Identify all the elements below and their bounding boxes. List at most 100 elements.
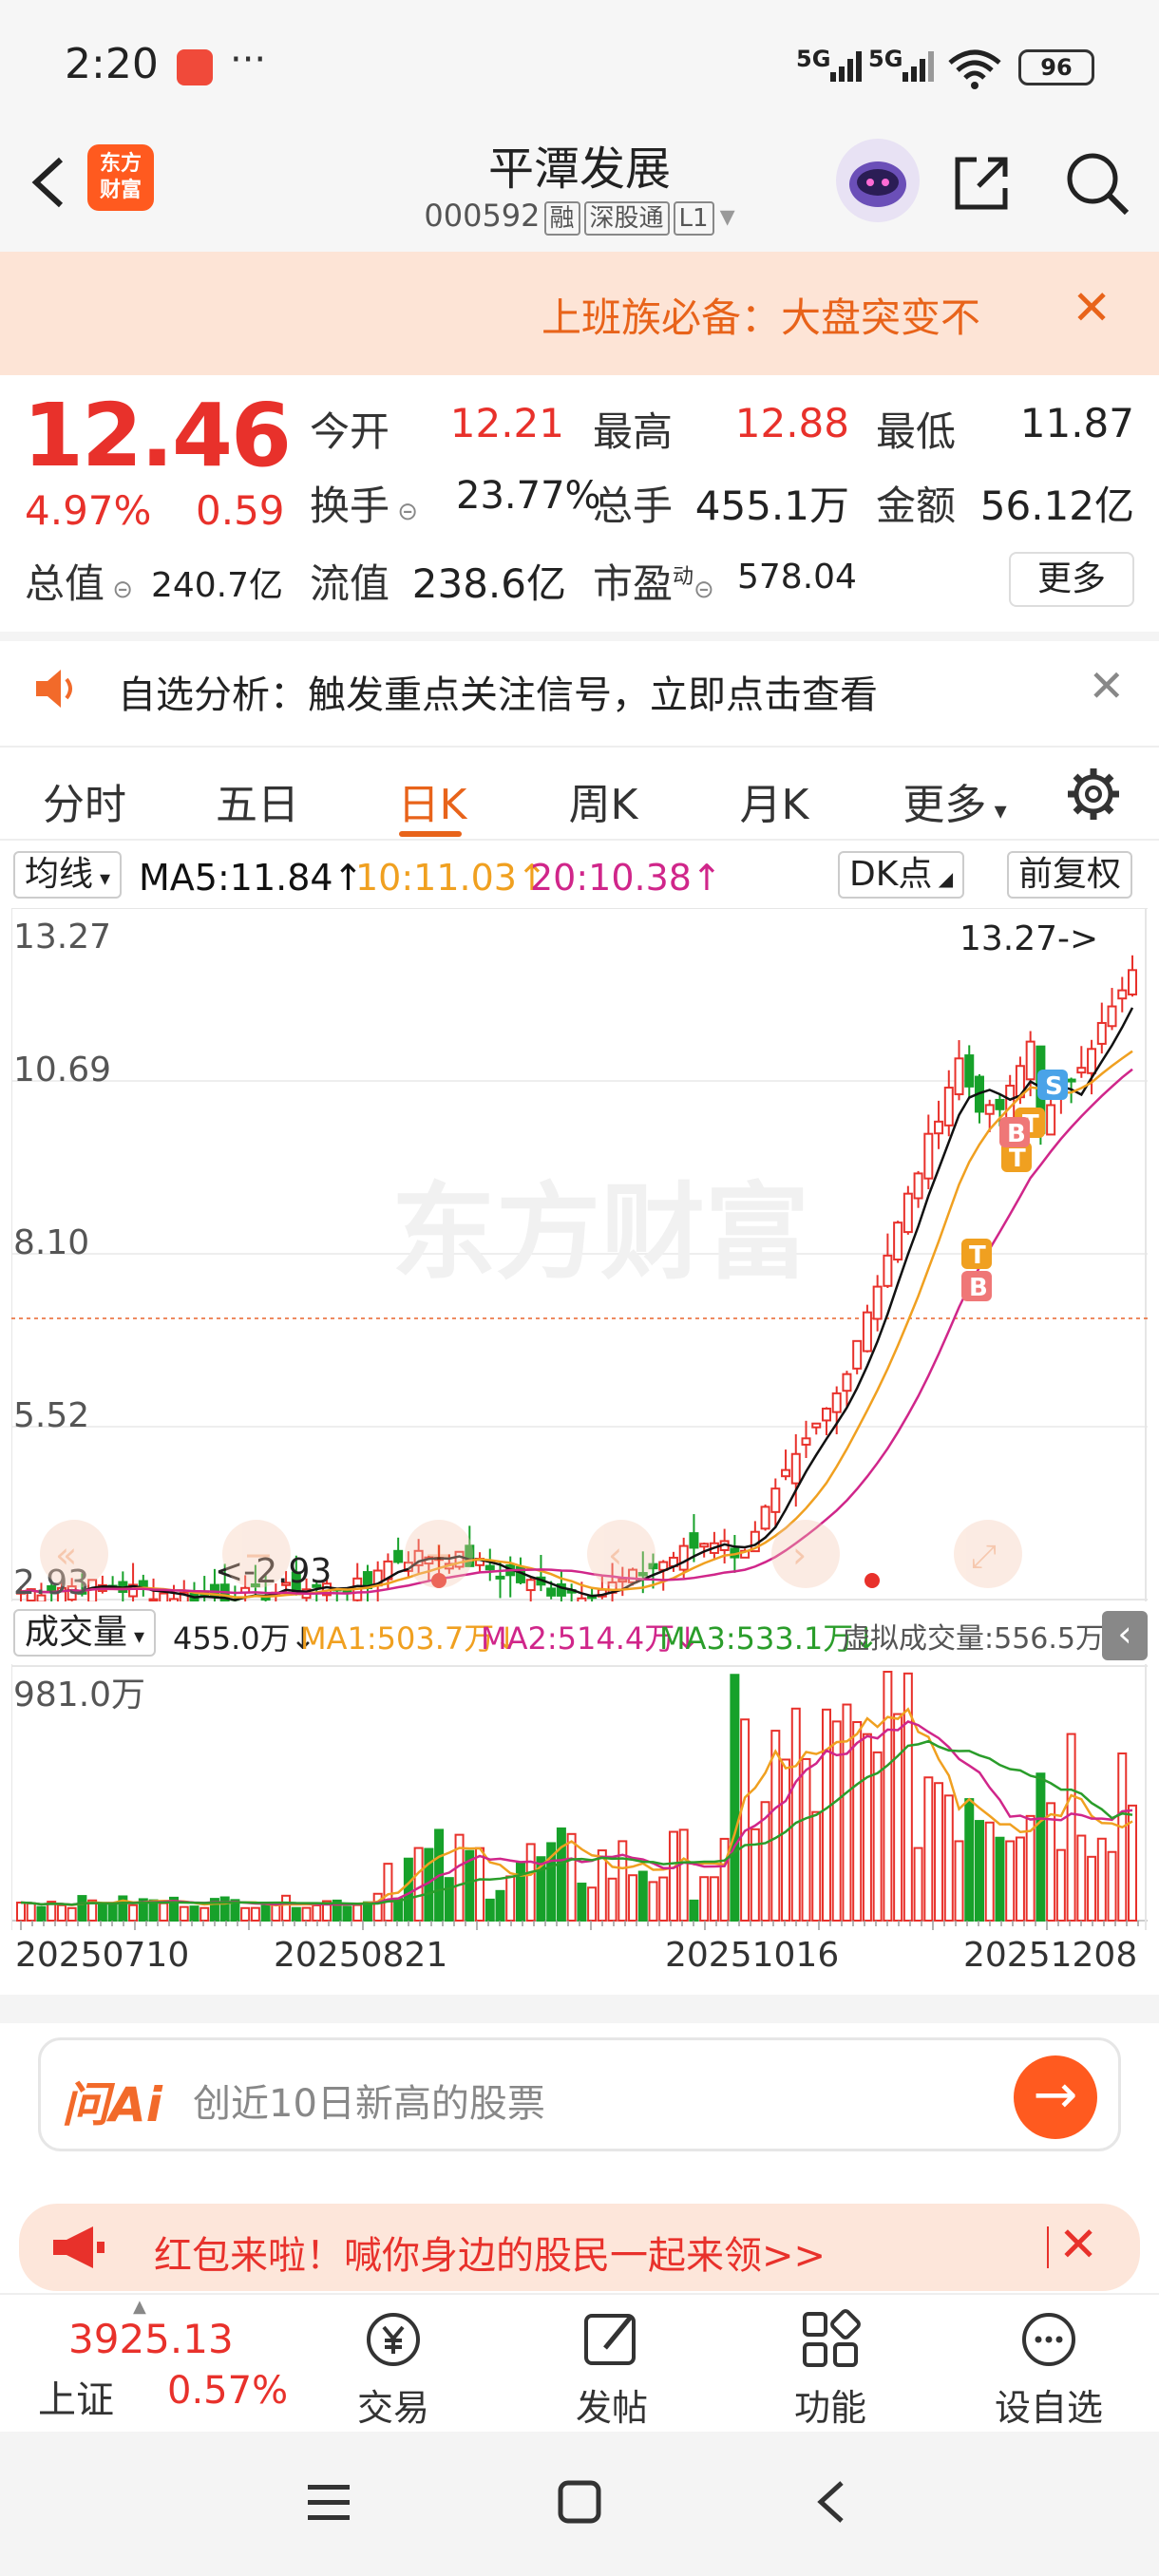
date-axis: 20250710 20250821 20251016 20251208 [0,1934,1159,1981]
close-icon[interactable]: ✕ [1058,2217,1098,2272]
menu-icon[interactable] [306,2481,352,2523]
volume-bar [352,1904,363,1923]
ma-dropdown[interactable]: 均线 ▾ [13,851,123,899]
post-button[interactable]: 发帖 [545,2308,678,2431]
candle-body [770,1487,781,1513]
volume-bar [1036,1772,1046,1922]
more-button[interactable]: 更多 [1009,552,1134,607]
volume-bar [883,1671,893,1922]
tab-monthly-k[interactable]: 月K [703,770,846,831]
volume-bar [16,1902,26,1922]
marker-b2: B [969,1274,988,1302]
volume-max-label: 981.0万 [13,1676,145,1714]
analysis-banner[interactable]: 自选分析：触发重点关注信号，立即点击查看 ✕ [0,632,1159,736]
change-percent: 4.97% [25,487,152,534]
quote-panel: 12.46 4.97% 0.59 今开 12.21 最高 12.88 最低 11… [0,375,1159,632]
volume-value: 455.1万 [694,483,849,529]
tab-five-day[interactable]: 五日 [186,770,329,831]
ask-ai-bar[interactable]: 问Ai 创近10日新高的股票 → [38,2037,1121,2151]
tab-more[interactable]: 更多 ▾ [884,770,1026,831]
trade-button[interactable]: 交易 [327,2308,460,2431]
candle-body [852,1339,863,1370]
candle-body [902,1192,913,1234]
kline-chart[interactable]: 东方财富 13.27 10.69 8.10 5.52 2.93 13.27-> … [11,908,1148,1601]
volume-bar [77,1895,87,1922]
tab-intraday[interactable]: 分时 [13,770,156,831]
candle-body [169,1598,180,1601]
search-icon[interactable] [1062,148,1132,218]
dk-point-dropdown[interactable]: DK点 ◢ [838,851,965,899]
home-icon[interactable] [557,2479,602,2525]
y-tick-top: 13.27 [13,918,111,957]
volume-bar [66,1906,77,1923]
promo-banner[interactable]: 上班族必备：大盘突变不 ✕ [0,252,1159,375]
ai-robot-icon[interactable] [836,139,920,222]
back-nav-icon[interactable] [811,2479,849,2525]
candle-body [934,1120,944,1135]
arrow-right-icon[interactable]: → [1014,2055,1097,2139]
volume-bar [893,1713,903,1923]
y-tick-4: 5.52 [13,1396,89,1435]
volume-bar [1066,1733,1076,1922]
signal-5g-1: 5G [796,46,831,72]
date-label-1: 20250710 [15,1936,190,1975]
volume-bar [372,1892,383,1923]
candle-body [1107,1005,1117,1028]
status-bar: 2:20 ··· 5G 5G 96 [0,0,1159,123]
marker-t2: T [1009,1145,1026,1173]
chart-watermark: 东方财富 [391,1172,809,1294]
volume-bar [730,1674,740,1923]
wifi-icon [948,49,1001,89]
add-watchlist-button[interactable]: 设自选 [982,2308,1115,2431]
red-packet-banner[interactable]: 红包来啦！喊你身边的股民一起来领>> ✕ [19,2204,1140,2291]
date-label-2: 20250821 [274,1936,448,1975]
volume-bar [413,1847,424,1922]
volume-bar [1107,1850,1117,1923]
volume-bar [781,1758,791,1922]
volume-bar [831,1720,842,1922]
pe-label: 市盈动⊝ [593,560,714,607]
ask-ai-placeholder[interactable]: 创近10日新高的股票 [193,2073,545,2128]
virtual-volume: 虚拟成交量:556.5万 [842,1622,1104,1656]
tab-weekly-k[interactable]: 周K [532,770,674,831]
volume-bar [383,1863,393,1922]
close-icon[interactable]: ✕ [1072,280,1112,335]
close-icon[interactable]: ✕ [1088,660,1125,711]
mktcap-value: 240.7亿 [150,566,283,605]
info-icon: ⊝ [104,576,134,604]
candle-body [1117,989,1128,1000]
volume-bar [260,1904,271,1923]
mktcap-label: 总值 ⊝ [25,560,134,607]
event-dot [864,1573,880,1588]
candle-body [159,1592,169,1601]
candle-body [872,1285,883,1320]
functions-button[interactable]: 功能 [764,2308,897,2431]
date-label-3: 20251016 [665,1936,840,1975]
max-price-label: 13.27-> [960,919,1098,958]
marker-b1: B [1007,1120,1026,1148]
share-icon[interactable] [950,150,1015,215]
high-label: 最高 [593,408,674,455]
volume-dropdown[interactable]: 成交量 ▾ [13,1609,157,1657]
candle-body [893,1222,903,1261]
status-time: 2:20 [65,40,159,88]
index-percent: 0.57% [167,2369,289,2413]
stock-header: 东方 财富 平潭发展 000592 融深股通 L1 ▾ [0,123,1159,252]
volume-bar [515,1862,525,1923]
volume-bar [862,1733,872,1923]
ma-lines [20,1007,1134,1601]
yen-circle-icon [367,2313,420,2366]
volume-bar [240,1906,251,1922]
gear-icon[interactable] [1064,765,1123,824]
tag-level: L1 [673,201,714,236]
amount-value: 56.12亿 [979,483,1134,529]
candle-body [923,1132,934,1180]
volume-bar [271,1904,281,1923]
low-value: 11.87 [1019,400,1134,446]
tab-daily-k[interactable]: 日K [361,770,504,831]
candle-body [862,1311,872,1353]
adjust-dropdown[interactable]: 前复权 [1007,851,1133,899]
volume-chart[interactable]: 981.0万 [11,1664,1148,1930]
candle-body [699,1543,710,1548]
collapse-arrow-icon[interactable]: ‹ [1102,1611,1148,1660]
